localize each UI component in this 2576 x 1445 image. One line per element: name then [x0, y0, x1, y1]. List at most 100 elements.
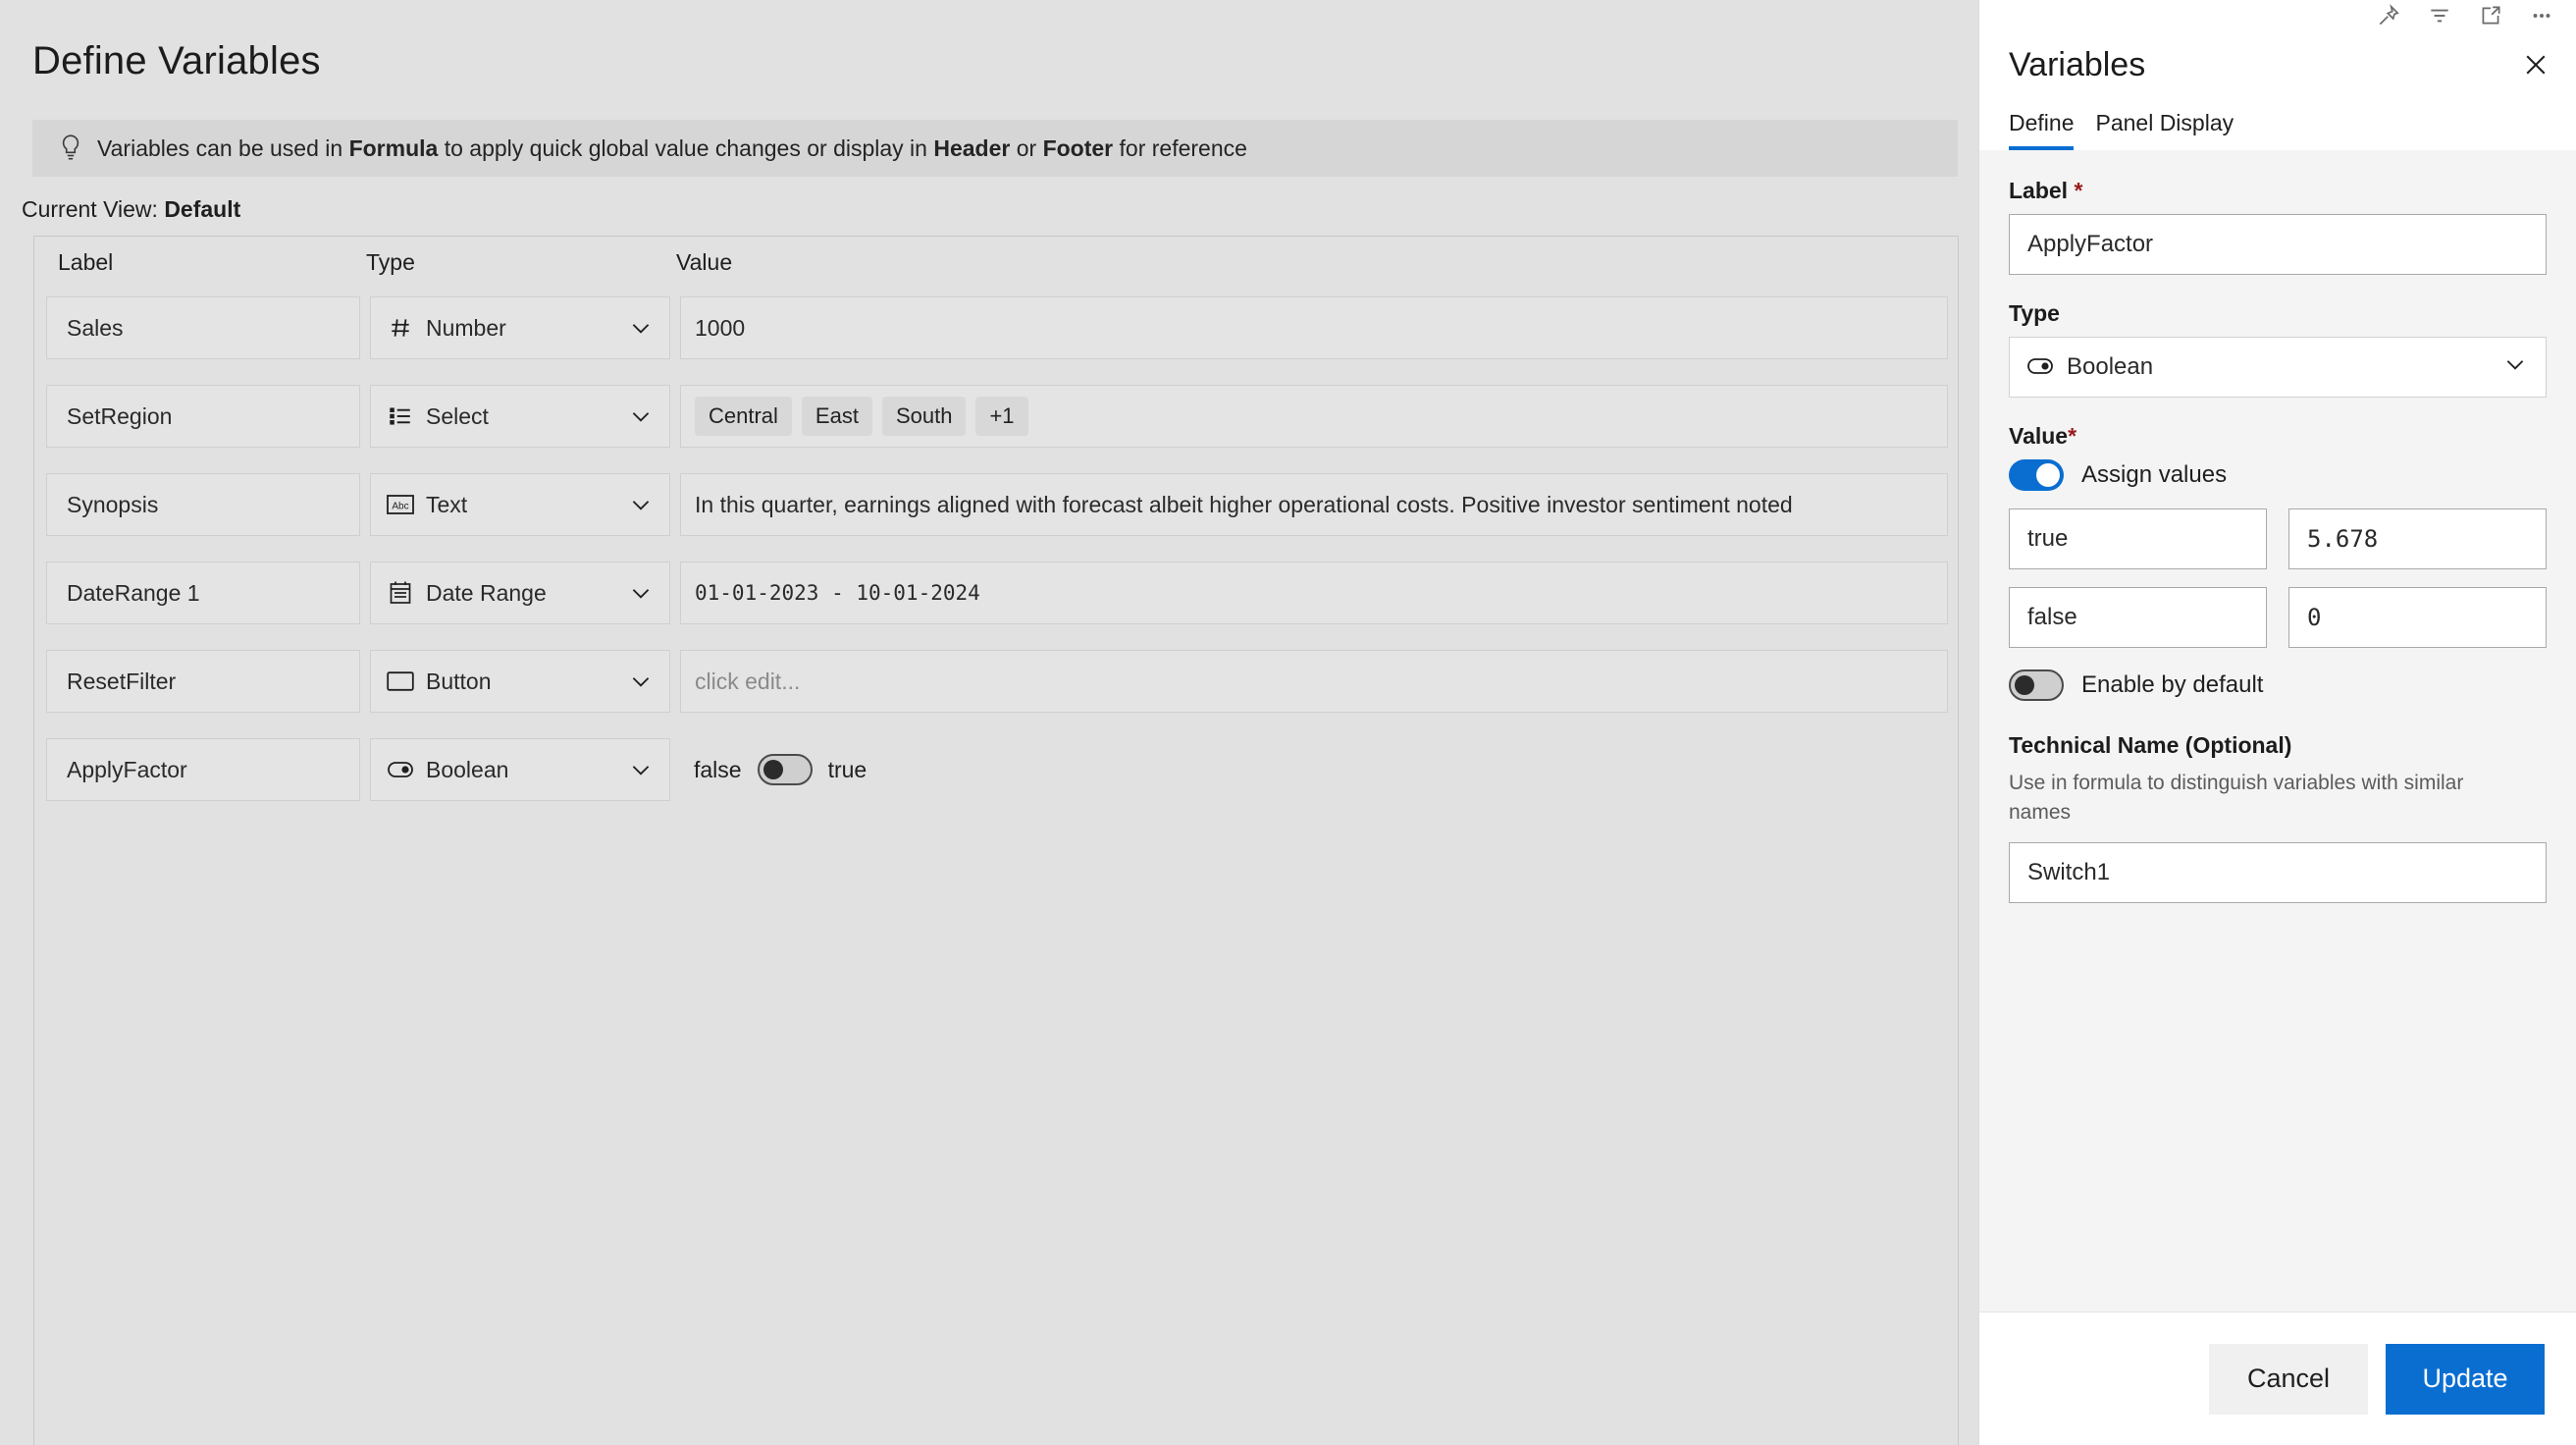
type-select[interactable]: Boolean — [2009, 337, 2547, 398]
value-key-input-true[interactable]: true — [2009, 508, 2267, 569]
panel-toolbar — [1979, 0, 2576, 31]
pin-icon[interactable] — [2376, 3, 2401, 28]
collapse-icon[interactable] — [2427, 3, 2452, 28]
label-input[interactable]: ApplyFactor — [2009, 214, 2547, 275]
value-required-marker: * — [2068, 423, 2077, 449]
value-key-input-false[interactable]: false — [2009, 587, 2267, 648]
banner-part-3: or — [1010, 134, 1043, 161]
column-header-label: Label — [58, 249, 114, 275]
label-field-title: Label — [2009, 178, 2069, 203]
value-pair-row-2: false 0 — [2009, 587, 2547, 648]
column-header-type: Type — [366, 249, 415, 275]
banner-part-1: Variables can be used in — [97, 134, 349, 161]
banner-part-2: to apply quick global value changes or d… — [438, 134, 934, 161]
chevron-down-icon — [628, 580, 654, 606]
row-label-cell[interactable]: Synopsis — [46, 473, 360, 536]
chevron-down-icon — [2502, 351, 2528, 384]
row-value-cell[interactable]: 1000 — [680, 296, 1948, 359]
technical-name-hint: Use in formula to distinguish variables … — [2009, 772, 2464, 825]
value-pair-row-1: true 5.678 — [2009, 508, 2547, 569]
panel-tabs: Define Panel Display — [1979, 92, 2576, 150]
row-boolean-toggle[interactable] — [757, 754, 813, 785]
banner-part-4: for reference — [1113, 134, 1247, 161]
row-type-label: Select — [426, 402, 489, 429]
table-row: ApplyFactor Boolean false true — [34, 725, 1958, 814]
current-view-label: Current View: — [22, 196, 158, 222]
row-type-select[interactable]: Select — [370, 385, 670, 448]
chip[interactable]: East — [801, 397, 872, 436]
row-type-label: Date Range — [426, 579, 547, 606]
hash-icon — [387, 314, 414, 342]
row-value-chips[interactable]: Central East South +1 — [680, 385, 1948, 448]
chip[interactable]: South — [881, 397, 967, 436]
main-content: Define Variables Variables can be used i… — [0, 0, 1978, 1445]
panel-footer: Cancel Update — [1979, 1311, 2576, 1445]
table-row: ResetFilter Button click edit... — [34, 637, 1958, 725]
value-field-title: Value — [2009, 423, 2069, 449]
row-type-label: Text — [426, 491, 468, 517]
row-label-cell[interactable]: DateRange 1 — [46, 562, 360, 624]
technical-name-caption: Technical Name (Optional) — [2009, 732, 2292, 758]
toggle-icon — [2027, 353, 2053, 381]
row-value-cell[interactable]: click edit... — [680, 650, 1948, 713]
row-type-label: Button — [426, 668, 492, 694]
chevron-down-icon — [628, 757, 654, 782]
lightbulb-icon — [54, 134, 87, 163]
svg-text:Abc: Abc — [392, 502, 408, 512]
panel-top: Variables Define Panel Display — [1979, 0, 2576, 150]
table-row: Synopsis Abc Text In this quarter, earnings… — [34, 460, 1958, 549]
enable-by-default-label: Enable by default — [2081, 671, 2264, 698]
table-row: DateRange 1 Date Range 01-01-2023 - 10-01-… — [34, 549, 1958, 637]
row-type-select[interactable]: Number — [370, 296, 670, 359]
toggle-icon — [387, 756, 414, 783]
abc-icon: Abc — [387, 491, 414, 518]
row-type-select[interactable]: Date Range — [370, 562, 670, 624]
row-value-boolean[interactable]: false true — [680, 738, 1948, 801]
cancel-button[interactable]: Cancel — [2209, 1343, 2368, 1415]
popout-icon[interactable] — [2478, 3, 2503, 28]
row-label-cell[interactable]: ResetFilter — [46, 650, 360, 713]
tab-define[interactable]: Define — [2009, 110, 2075, 150]
chevron-down-icon — [628, 669, 654, 694]
current-view: Current View: Default — [22, 196, 240, 223]
assign-values-toggle[interactable] — [2009, 459, 2064, 491]
row-value-cell[interactable]: In this quarter, earnings aligned with f… — [680, 473, 1948, 536]
table-body: Sales Number 1000 SetRegion Select Central Eas… — [34, 284, 1958, 814]
calendar-icon — [387, 579, 414, 607]
close-icon[interactable] — [2521, 50, 2550, 80]
value-val-input-true[interactable]: 5.678 — [2288, 508, 2547, 569]
row-type-select[interactable]: Button — [370, 650, 670, 713]
update-button[interactable]: Update — [2386, 1343, 2545, 1415]
list-icon — [387, 402, 414, 430]
column-header-value: Value — [676, 249, 733, 275]
boolean-false-label: false — [694, 756, 742, 782]
enable-default-row: Enable by default — [2009, 669, 2547, 701]
table-header-row: Label Type Value — [34, 237, 1958, 284]
row-value-cell[interactable]: 01-01-2023 - 10-01-2024 — [680, 562, 1948, 624]
row-label-cell[interactable]: SetRegion — [46, 385, 360, 448]
boolean-true-label: true — [827, 756, 867, 782]
enable-by-default-toggle[interactable] — [2009, 669, 2064, 701]
label-required-marker: * — [2074, 178, 2083, 203]
row-label-cell[interactable]: Sales — [46, 296, 360, 359]
technical-name-input[interactable]: Switch1 — [2009, 841, 2547, 903]
row-label-cell[interactable]: ApplyFactor — [46, 738, 360, 801]
chevron-down-icon — [628, 315, 654, 341]
chevron-down-icon — [628, 492, 654, 517]
current-view-value: Default — [164, 196, 241, 222]
more-icon[interactable] — [2529, 3, 2554, 28]
chip[interactable]: Central — [695, 397, 792, 436]
banner-bold-footer: Footer — [1042, 134, 1114, 161]
table-row: Sales Number 1000 — [34, 284, 1958, 372]
row-type-select[interactable]: Boolean — [370, 738, 670, 801]
chip[interactable]: +1 — [975, 397, 1028, 436]
boolean-toggle-group: false true — [694, 754, 867, 785]
row-type-label: Boolean — [426, 756, 509, 782]
value-val-input-false[interactable]: 0 — [2288, 587, 2547, 648]
app-root: Define Variables Variables can be used i… — [0, 0, 2576, 1445]
panel-body: Label * ApplyFactor Type Boolean Value* … — [1979, 150, 2576, 1311]
banner-bold-formula: Formula — [348, 134, 439, 161]
tab-panel-display[interactable]: Panel Display — [2095, 110, 2234, 150]
assign-values-label: Assign values — [2081, 461, 2228, 488]
row-type-select[interactable]: Abc Text — [370, 473, 670, 536]
